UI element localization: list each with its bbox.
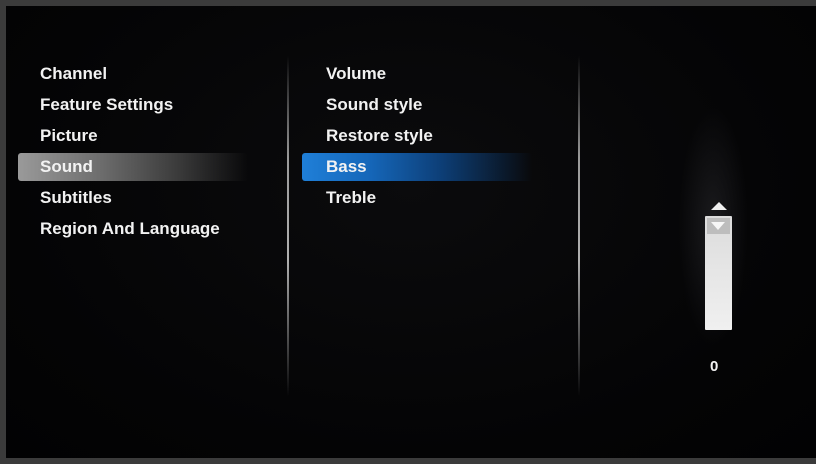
slider-thumb[interactable] [707,218,730,234]
submenu-item-restore-style[interactable]: Restore style [302,120,562,151]
submenu-item-volume[interactable]: Volume [302,58,562,89]
triangle-up-icon[interactable] [711,202,727,210]
submenu-item-treble[interactable]: Treble [302,182,562,213]
menu-item-label: Sound [40,157,93,176]
bass-slider[interactable] [705,202,733,332]
menu-item-subtitles[interactable]: Subtitles [18,182,278,213]
submenu-item-label: Volume [326,64,387,83]
menu-item-picture[interactable]: Picture [18,120,278,151]
column-divider [578,56,580,396]
menu-item-label: Channel [40,64,108,83]
menu-item-label: Subtitles [40,188,112,207]
menu-item-channel[interactable]: Channel [18,58,278,89]
slider-track[interactable] [705,216,732,330]
column-divider [287,56,289,396]
menu-item-feature-settings[interactable]: Feature Settings [18,89,278,120]
tv-screen: Channel Feature Settings Picture Sound S… [6,6,816,458]
main-menu: Channel Feature Settings Picture Sound S… [18,58,278,244]
triangle-down-icon [711,222,725,230]
menu-item-label: Feature Settings [40,95,174,114]
menu-item-label: Region And Language [40,219,220,238]
menu-item-region-and-language[interactable]: Region And Language [18,213,278,244]
tv-bezel: Channel Feature Settings Picture Sound S… [0,0,816,464]
submenu-item-sound-style[interactable]: Sound style [302,89,562,120]
submenu-item-label: Bass [326,157,367,176]
submenu-item-label: Sound style [326,95,423,114]
submenu-item-label: Treble [326,188,377,207]
sound-submenu: Volume Sound style Restore style Bass Tr… [302,58,562,213]
submenu-item-label: Restore style [326,126,433,145]
bass-value: 0 [710,358,719,375]
menu-item-sound[interactable]: Sound [18,151,278,182]
menu-item-label: Picture [40,126,98,145]
submenu-item-bass[interactable]: Bass [302,151,562,182]
